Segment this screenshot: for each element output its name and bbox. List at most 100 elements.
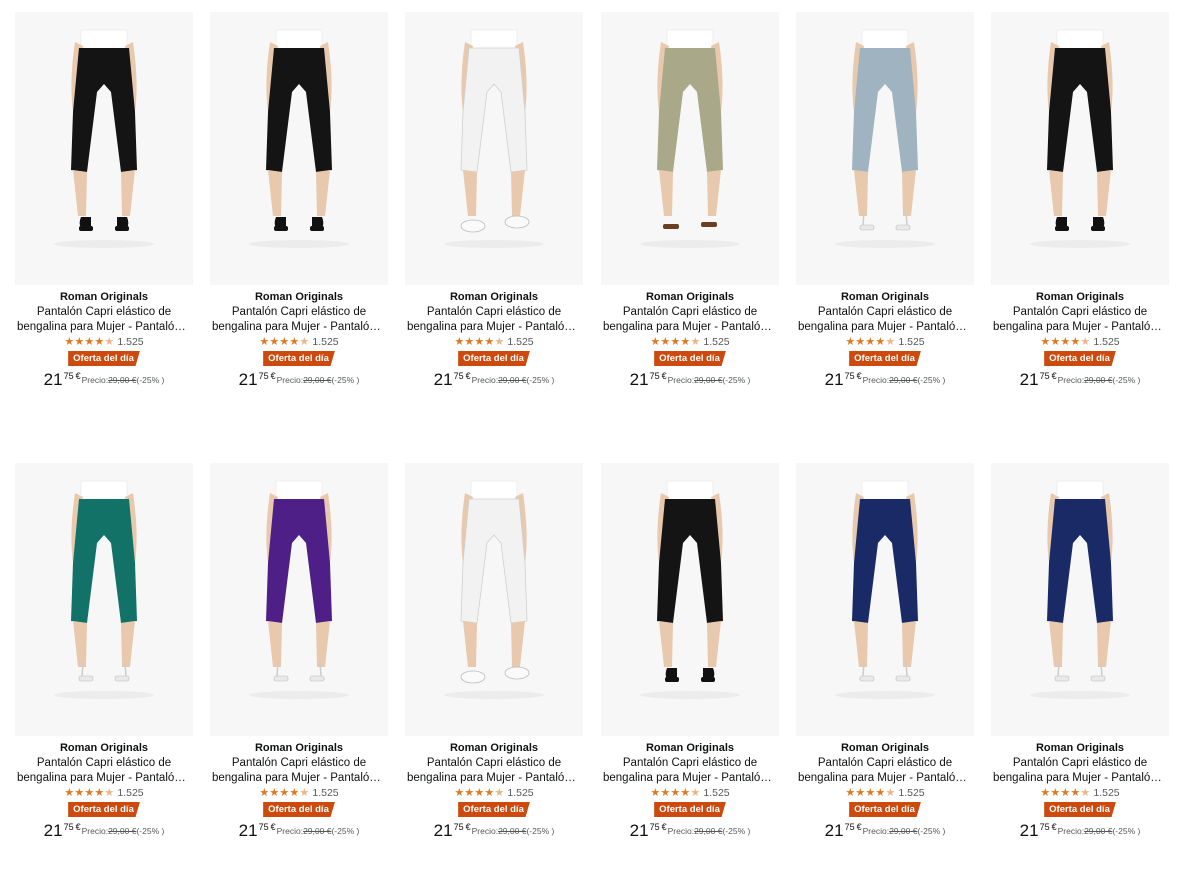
product-card[interactable]: Roman Originals Pantalón Capri elástico … (405, 463, 583, 840)
product-image[interactable] (991, 12, 1169, 285)
product-title[interactable]: Pantalón Capri elástico de bengalina par… (796, 756, 974, 786)
product-title-line1[interactable]: Pantalón Capri elástico de (993, 305, 1167, 320)
product-price[interactable]: 21 75 € Precio:29,00 €(-25% ) (15, 822, 193, 840)
product-title[interactable]: Pantalón Capri elástico de bengalina par… (991, 305, 1169, 335)
product-title-line2[interactable]: bengalina para Mujer - Pantalón ... (17, 320, 191, 335)
product-title-line2[interactable]: bengalina para Mujer - Pantalón ... (603, 771, 777, 786)
product-title-line1[interactable]: Pantalón Capri elástico de (212, 756, 386, 771)
product-rating[interactable]: ★ ★ ★ ★ ★ 1.525 (210, 787, 388, 799)
star-rating-icon[interactable]: ★ ★ ★ ★ ★ (845, 788, 895, 799)
product-rating[interactable]: ★ ★ ★ ★ ★ 1.525 (991, 787, 1169, 799)
star-rating-icon[interactable]: ★ ★ ★ ★ ★ (64, 337, 114, 348)
product-rating[interactable]: ★ ★ ★ ★ ★ 1.525 (601, 787, 779, 799)
product-card[interactable]: Roman Originals Pantalón Capri elástico … (405, 12, 583, 389)
product-title-line1[interactable]: Pantalón Capri elástico de (603, 756, 777, 771)
product-price[interactable]: 21 75 € Precio:29,00 €(-25% ) (210, 822, 388, 840)
product-rating[interactable]: ★ ★ ★ ★ ★ 1.525 (15, 787, 193, 799)
rating-count[interactable]: 1.525 (117, 336, 143, 348)
product-image[interactable] (405, 12, 583, 285)
product-rating[interactable]: ★ ★ ★ ★ ★ 1.525 (405, 336, 583, 348)
product-title-line1[interactable]: Pantalón Capri elástico de (407, 305, 581, 320)
product-image[interactable] (210, 12, 388, 285)
rating-count[interactable]: 1.525 (703, 336, 729, 348)
product-title-line2[interactable]: bengalina para Mujer - Pantalón ... (993, 320, 1167, 335)
rating-count[interactable]: 1.525 (507, 787, 533, 799)
product-image[interactable] (601, 12, 779, 285)
product-title[interactable]: Pantalón Capri elástico de bengalina par… (210, 305, 388, 335)
rating-count[interactable]: 1.525 (312, 336, 338, 348)
product-price[interactable]: 21 75 € Precio:29,00 €(-25% ) (991, 371, 1169, 389)
product-title[interactable]: Pantalón Capri elástico de bengalina par… (601, 756, 779, 786)
product-price[interactable]: 21 75 € Precio:29,00 €(-25% ) (796, 371, 974, 389)
rating-count[interactable]: 1.525 (898, 787, 924, 799)
product-image[interactable] (210, 463, 388, 736)
product-title[interactable]: Pantalón Capri elástico de bengalina par… (210, 756, 388, 786)
product-rating[interactable]: ★ ★ ★ ★ ★ 1.525 (796, 787, 974, 799)
product-title-line1[interactable]: Pantalón Capri elástico de (17, 756, 191, 771)
product-rating[interactable]: ★ ★ ★ ★ ★ 1.525 (601, 336, 779, 348)
product-price[interactable]: 21 75 € Precio:29,00 €(-25% ) (991, 822, 1169, 840)
product-card[interactable]: Roman Originals Pantalón Capri elástico … (991, 463, 1169, 840)
product-title-line1[interactable]: Pantalón Capri elástico de (212, 305, 386, 320)
product-title-line1[interactable]: Pantalón Capri elástico de (798, 305, 972, 320)
product-price[interactable]: 21 75 € Precio:29,00 €(-25% ) (601, 371, 779, 389)
star-rating-icon[interactable]: ★ ★ ★ ★ ★ (64, 788, 114, 799)
star-rating-icon[interactable]: ★ ★ ★ ★ ★ (454, 788, 504, 799)
product-price[interactable]: 21 75 € Precio:29,00 €(-25% ) (210, 371, 388, 389)
product-title-line1[interactable]: Pantalón Capri elástico de (407, 756, 581, 771)
star-rating-icon[interactable]: ★ ★ ★ ★ ★ (1040, 337, 1090, 348)
product-card[interactable]: Roman Originals Pantalón Capri elástico … (796, 12, 974, 389)
product-title-line1[interactable]: Pantalón Capri elástico de (17, 305, 191, 320)
product-price[interactable]: 21 75 € Precio:29,00 €(-25% ) (405, 822, 583, 840)
product-title-line2[interactable]: bengalina para Mujer - Pantalón ... (798, 320, 972, 335)
rating-count[interactable]: 1.525 (117, 787, 143, 799)
product-title[interactable]: Pantalón Capri elástico de bengalina par… (601, 305, 779, 335)
star-rating-icon[interactable]: ★ ★ ★ ★ ★ (845, 337, 895, 348)
product-rating[interactable]: ★ ★ ★ ★ ★ 1.525 (796, 336, 974, 348)
product-title-line2[interactable]: bengalina para Mujer - Pantalón ... (212, 771, 386, 786)
star-rating-icon[interactable]: ★ ★ ★ ★ ★ (259, 337, 309, 348)
product-card[interactable]: Roman Originals Pantalón Capri elástico … (210, 12, 388, 389)
product-card[interactable]: Roman Originals Pantalón Capri elástico … (15, 12, 193, 389)
rating-count[interactable]: 1.525 (898, 336, 924, 348)
product-title-line2[interactable]: bengalina para Mujer - Pantalón ... (212, 320, 386, 335)
product-title-line1[interactable]: Pantalón Capri elástico de (603, 305, 777, 320)
product-title-line2[interactable]: bengalina para Mujer - Pantalón ... (17, 771, 191, 786)
product-title[interactable]: Pantalón Capri elástico de bengalina par… (15, 305, 193, 335)
product-title-line2[interactable]: bengalina para Mujer - Pantalón ... (407, 320, 581, 335)
product-title-line1[interactable]: Pantalón Capri elástico de (798, 756, 972, 771)
rating-count[interactable]: 1.525 (507, 336, 533, 348)
product-rating[interactable]: ★ ★ ★ ★ ★ 1.525 (210, 336, 388, 348)
rating-count[interactable]: 1.525 (1093, 336, 1119, 348)
product-image[interactable] (601, 463, 779, 736)
product-image[interactable] (15, 12, 193, 285)
product-title[interactable]: Pantalón Capri elástico de bengalina par… (405, 756, 583, 786)
star-rating-icon[interactable]: ★ ★ ★ ★ ★ (650, 337, 700, 348)
product-title[interactable]: Pantalón Capri elástico de bengalina par… (796, 305, 974, 335)
product-price[interactable]: 21 75 € Precio:29,00 €(-25% ) (601, 822, 779, 840)
product-title-line1[interactable]: Pantalón Capri elástico de (993, 756, 1167, 771)
product-title-line2[interactable]: bengalina para Mujer - Pantalón ... (798, 771, 972, 786)
product-card[interactable]: Roman Originals Pantalón Capri elástico … (991, 12, 1169, 389)
product-price[interactable]: 21 75 € Precio:29,00 €(-25% ) (15, 371, 193, 389)
star-rating-icon[interactable]: ★ ★ ★ ★ ★ (1040, 788, 1090, 799)
product-rating[interactable]: ★ ★ ★ ★ ★ 1.525 (991, 336, 1169, 348)
product-image[interactable] (15, 463, 193, 736)
product-rating[interactable]: ★ ★ ★ ★ ★ 1.525 (405, 787, 583, 799)
product-image[interactable] (405, 463, 583, 736)
product-card[interactable]: Roman Originals Pantalón Capri elástico … (796, 463, 974, 840)
rating-count[interactable]: 1.525 (1093, 787, 1119, 799)
product-price[interactable]: 21 75 € Precio:29,00 €(-25% ) (796, 822, 974, 840)
star-rating-icon[interactable]: ★ ★ ★ ★ ★ (259, 788, 309, 799)
product-card[interactable]: Roman Originals Pantalón Capri elástico … (601, 12, 779, 389)
product-title[interactable]: Pantalón Capri elástico de bengalina par… (405, 305, 583, 335)
product-card[interactable]: Roman Originals Pantalón Capri elástico … (210, 463, 388, 840)
rating-count[interactable]: 1.525 (312, 787, 338, 799)
product-title-line2[interactable]: bengalina para Mujer - Pantalón ... (407, 771, 581, 786)
product-rating[interactable]: ★ ★ ★ ★ ★ 1.525 (15, 336, 193, 348)
star-rating-icon[interactable]: ★ ★ ★ ★ ★ (454, 337, 504, 348)
product-image[interactable] (991, 463, 1169, 736)
star-rating-icon[interactable]: ★ ★ ★ ★ ★ (650, 788, 700, 799)
product-image[interactable] (796, 12, 974, 285)
product-title-line2[interactable]: bengalina para Mujer - Pantalón ... (993, 771, 1167, 786)
